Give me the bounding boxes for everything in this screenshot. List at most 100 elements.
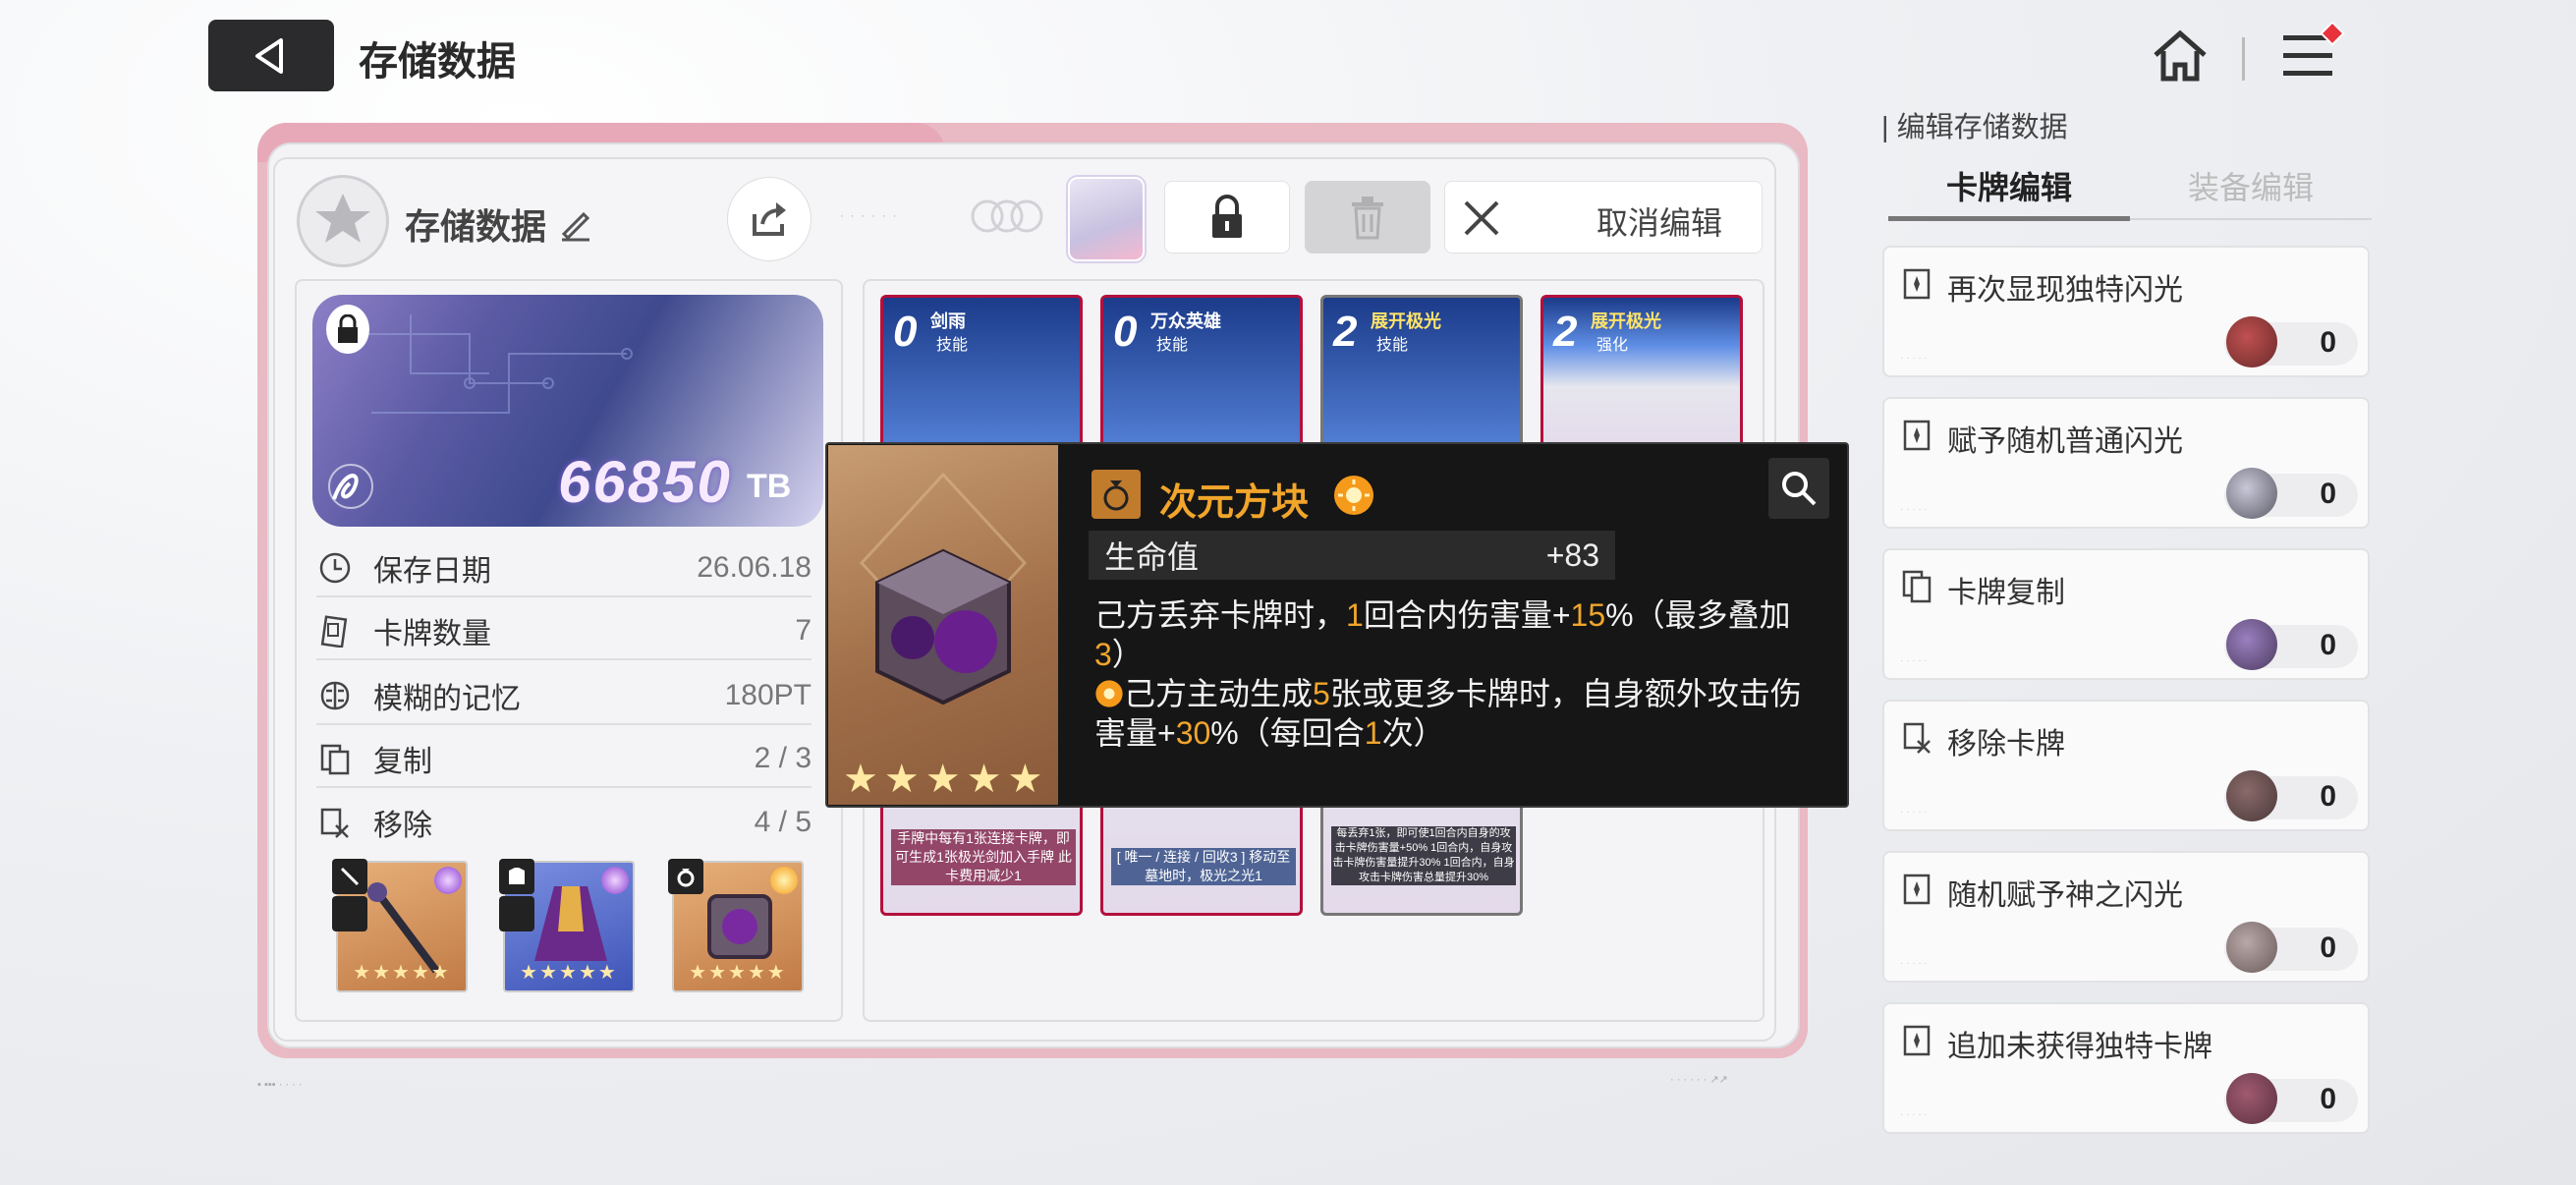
item-stars: ★★★★★	[843, 758, 1049, 801]
storage-unit: TB	[747, 468, 792, 505]
stat-row-memory: 模糊的记忆 180PT	[316, 668, 812, 725]
stat-value: 7	[795, 614, 812, 647]
gem-icon	[2226, 619, 2277, 670]
lock-icon	[326, 305, 369, 354]
stat-label: 移除	[373, 810, 432, 842]
option-count: 0	[2224, 922, 2358, 973]
gem-icon	[2226, 922, 2277, 973]
stat-label: 复制	[373, 746, 432, 778]
trash-icon	[1352, 197, 1383, 240]
page-title: 存储数据	[359, 40, 516, 84]
card-cost: 2	[1553, 308, 1578, 356]
stat-value: 2 / 3	[754, 742, 812, 774]
item-stat-row: 生命值 +83	[1089, 531, 1615, 580]
tab-divider	[2130, 218, 2372, 220]
save-name: 存储数据	[405, 206, 547, 247]
option-add-unique-card[interactable]: 追加未获得独特卡牌 · · · · · 0	[1882, 1002, 2370, 1134]
effect-line-2: 己方主动生成5张或更多卡牌时，自身额外攻击伤害量+30%（每回合1次）	[1094, 676, 1802, 751]
active-tab-underline	[1888, 216, 2130, 221]
home-icon[interactable]	[2150, 26, 2211, 86]
card-name: 展开极光	[1591, 311, 1661, 331]
card[interactable]: 2 展开极光 强化	[1540, 295, 1743, 462]
option-count: 0	[2224, 1073, 2358, 1124]
card-type: 技能	[1156, 337, 1189, 354]
tab-card-edit[interactable]: 卡牌编辑	[1888, 163, 2130, 208]
close-icon	[1464, 200, 1499, 236]
clef-badge-icon	[332, 896, 367, 931]
lock-button[interactable]	[1164, 181, 1290, 254]
card-icon	[1903, 1025, 1931, 1056]
stat-value: 180PT	[724, 679, 812, 711]
menu-icon[interactable]	[2277, 22, 2346, 86]
option-reshow-unique-flash[interactable]: 再次显现独特闪光 · · · · · 0	[1882, 246, 2370, 377]
brain-icon	[316, 677, 354, 714]
item-name: 次元方块	[1159, 482, 1310, 524]
stat-row-copy: 复制 2 / 3	[316, 731, 812, 788]
card-type: 技能	[936, 337, 969, 354]
equipment-staff[interactable]: ★★★★★	[332, 859, 468, 992]
cancel-edit-label: 取消编辑	[1596, 205, 1723, 241]
option-label: 卡牌复制	[1947, 577, 2065, 609]
option-count: 0	[2224, 316, 2358, 367]
equipment-stars: ★★★★★	[689, 962, 787, 984]
ring-icon	[1092, 470, 1141, 519]
option-count: 0	[2224, 619, 2358, 670]
equipment-cube[interactable]: ★★★★★	[668, 859, 804, 992]
emblem-icon	[297, 175, 389, 267]
option-count: 0	[2224, 770, 2358, 821]
stat-value: +83	[1545, 536, 1599, 573]
share-button[interactable]	[727, 177, 812, 261]
back-button[interactable]	[208, 20, 334, 91]
share-icon	[753, 202, 786, 236]
option-remove-card[interactable]: 移除卡牌 · · · · · 0	[1882, 700, 2370, 831]
search-button[interactable]	[1768, 458, 1829, 519]
search-icon	[1782, 472, 1817, 506]
card-cost: 2	[1333, 308, 1358, 356]
purple-orb-icon	[601, 867, 629, 894]
gem-icon	[2226, 1073, 2277, 1124]
remove-icon	[316, 804, 354, 841]
armor-slot-icon	[499, 859, 534, 894]
option-label: 随机赋予神之闪光	[1947, 879, 2183, 912]
divider	[2242, 37, 2245, 81]
equipment-stars: ★★★★★	[353, 962, 451, 984]
stat-label: 保存日期	[373, 555, 491, 588]
delete-button[interactable]	[1305, 181, 1430, 254]
stat-label: 生命值	[1104, 539, 1200, 575]
decor-text: · · · · ·	[1900, 655, 1928, 666]
effect-line-1: 己方丢弃卡牌时，1回合内伤害量+15%（最多叠加3）	[1094, 597, 1791, 672]
card-name: 剑雨	[930, 311, 966, 331]
lock-icon	[1212, 195, 1242, 238]
stat-value: 26.06.18	[697, 551, 812, 584]
gem-icon	[2226, 468, 2277, 519]
rings-icon	[971, 199, 1043, 233]
item-effect-text: 己方丢弃卡牌时，1回合内伤害量+15%（最多叠加3） 己方主动生成5张或更多卡牌…	[1094, 595, 1821, 753]
decor-text: · · · · ·	[1900, 958, 1928, 969]
clef-badge-icon	[499, 896, 534, 931]
option-random-normal-flash[interactable]: 赋予随机普通闪光 · · · · · 0	[1882, 397, 2370, 529]
equipment-robe[interactable]: ★★★★★	[499, 859, 635, 992]
option-label: 赋予随机普通闪光	[1947, 425, 2183, 458]
sun-icon	[1334, 476, 1373, 515]
storage-amount: 66850	[558, 449, 732, 515]
card-type: 强化	[1596, 337, 1629, 354]
decor-text: · · · · ·	[1900, 353, 1928, 364]
option-card-copy[interactable]: 卡牌复制 · · · · · 0	[1882, 548, 2370, 680]
clef-icon	[328, 464, 373, 509]
option-label: 再次显现独特闪光	[1947, 274, 2183, 307]
character-portrait[interactable]	[1068, 177, 1145, 261]
stat-row-cards: 卡牌数量 7	[316, 603, 812, 660]
tab-equip-edit[interactable]: 装备编辑	[2130, 163, 2372, 208]
edit-pen-icon[interactable]	[556, 204, 595, 244]
copy-icon	[316, 740, 354, 777]
decor-text: · · · · ·	[1900, 807, 1928, 818]
option-label: 移除卡牌	[1947, 728, 2065, 761]
card-name: 展开极光	[1371, 311, 1441, 331]
purple-orb-icon	[434, 867, 462, 894]
ring-slot-icon	[668, 859, 703, 894]
decor-text: ▪ ▪▪▪ · · · ·	[257, 1079, 303, 1091]
option-random-god-flash[interactable]: 随机赋予神之闪光 · · · · · 0	[1882, 851, 2370, 983]
copy-icon	[1902, 570, 1932, 603]
option-label: 追加未获得独特卡牌	[1947, 1031, 2212, 1063]
decor-text: · · · · ·	[1900, 1109, 1928, 1120]
